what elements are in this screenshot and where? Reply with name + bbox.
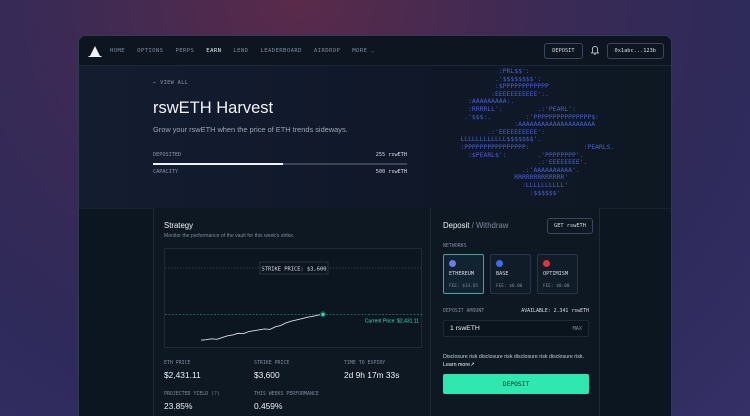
deposit-button[interactable]: DEPOSIT <box>443 374 589 394</box>
max-button[interactable]: MAX <box>573 326 582 332</box>
nav-perps[interactable]: PERPS <box>175 48 194 54</box>
capacity-row: CAPACITY 500 rswETH <box>153 169 407 175</box>
deposited-value: 255 rswETH <box>375 152 407 158</box>
deposit-withdraw-tabs: Deposit / Withdraw <box>443 221 508 230</box>
current-price-point <box>321 312 325 316</box>
wallet-button[interactable]: 0x1abc...123b <box>606 42 664 59</box>
strategy-panel: Strategy Monitor the performance of the … <box>153 208 431 416</box>
metric-value-weekly-performance: 0.459% <box>254 401 283 411</box>
logo-icon[interactable] <box>88 45 102 57</box>
capacity-label: CAPACITY <box>153 169 178 175</box>
chart-svg: STRIKE PRICE: $3,600 Current Price: $2,43… <box>165 261 423 341</box>
page-title: rswETH Harvest <box>153 99 274 117</box>
metric-label-weekly-performance: THIS WEEKS PERFORMANCE <box>254 391 319 397</box>
current-price-label: Current Price: $2,431.11 <box>365 318 419 324</box>
risk-disclosure: Disclosure risk disclosure risk disclosu… <box>443 354 591 369</box>
available-balance: AVAILABLE: 2.341 rswETH <box>521 308 589 314</box>
deposited-row: DEPOSITED 255 rswETH <box>153 152 407 158</box>
network-fee: FEE: $0.00 <box>543 284 570 289</box>
price-series-line <box>200 313 324 341</box>
nav-more[interactable]: MORE ⌄ <box>352 48 374 54</box>
nav-lend[interactable]: LEND <box>233 48 248 54</box>
network-name: OPTIMISM <box>543 271 568 277</box>
deposit-amount-input[interactable]: 1 rswETH MAX <box>443 320 589 337</box>
ascii-art-logo: :PRL$$': .'$$$$$$$$': :$PPPPPPPPPPPP :EE… <box>460 67 615 197</box>
metric-value-strike-price: $3,600 <box>254 370 280 380</box>
capacity-value: 500 rswETH <box>375 169 407 175</box>
top-nav: HOME OPTIONS PERPS EARN LEND LEADERBOARD… <box>79 36 671 66</box>
network-fee: FEE: $0.00 <box>496 284 523 289</box>
deposit-amount-value[interactable]: 1 rswETH <box>450 325 480 332</box>
network-name: ETHEREUM <box>449 271 474 277</box>
nav-leaderboard[interactable]: LEADERBOARD <box>260 48 301 54</box>
arrow-left-icon: ← <box>153 80 157 86</box>
nav-right: DEPOSIT 0x1abc...123b <box>544 42 664 59</box>
network-card-base[interactable]: BASE FEE: $0.00 <box>490 254 531 294</box>
metric-value-time-to-expiry: 2d 9h 17m 33s <box>344 370 400 380</box>
strategy-subtitle: Monitor the performance of the vault for… <box>164 233 295 239</box>
network-card-ethereum[interactable]: ETHEREUM FEE: $14.65 <box>443 254 484 294</box>
optimism-icon <box>543 260 550 267</box>
back-label: VIEW ALL <box>160 80 189 86</box>
app-window: HOME OPTIONS PERPS EARN LEND LEADERBOARD… <box>78 35 672 416</box>
get-rsweth-button[interactable]: GET rswETH <box>547 218 593 234</box>
page-subtitle: Grow your rswETH when the price of ETH t… <box>153 125 348 134</box>
strategy-chart: STRIKE PRICE: $3,600 Current Price: $2,43… <box>164 248 423 348</box>
ethereum-icon <box>449 260 456 267</box>
learn-more-link[interactable]: Learn more↗ <box>443 362 475 368</box>
deposited-label: DEPOSITED <box>153 152 182 158</box>
nav-airdrop[interactable]: AIRDROP <box>314 48 340 54</box>
deposit-progress-fill <box>153 163 283 165</box>
disclosure-text: Disclosure risk disclosure risk disclosu… <box>443 354 584 360</box>
tab-withdraw[interactable]: Withdraw <box>476 221 509 230</box>
nav-earn[interactable]: EARN <box>206 48 221 54</box>
chevron-down-icon: ⌄ <box>371 47 375 54</box>
metric-label-strike-price: STRIKE PRICE <box>254 360 290 366</box>
metric-value-projected-yield: 23.85% <box>164 401 193 411</box>
metric-label-time-to-expiry: TIME TO EXPIRY <box>344 360 386 366</box>
deposit-amount-label: DEPOSIT AMOUNT <box>443 308 485 314</box>
bell-icon[interactable] <box>590 46 600 56</box>
nav-more-label: MORE <box>352 47 368 54</box>
tab-deposit[interactable]: Deposit <box>443 221 469 230</box>
network-name: BASE <box>496 271 509 277</box>
network-card-optimism[interactable]: OPTIMISM FEE: $0.00 <box>537 254 578 294</box>
networks-label: NETWORKS <box>443 243 467 249</box>
strike-price-label: STRIKE PRICE: $3,600 <box>262 267 327 273</box>
metric-value-eth-price: $2,431.11 <box>164 370 201 380</box>
nav-deposit-button[interactable]: DEPOSIT <box>544 42 583 59</box>
strategy-title: Strategy <box>164 221 194 230</box>
back-link[interactable]: ← VIEW ALL <box>153 80 188 86</box>
metric-label-eth-price: ETH PRICE <box>164 360 191 366</box>
deposit-progress-bar <box>153 163 407 165</box>
network-fee: FEE: $14.65 <box>449 284 479 289</box>
nav-home[interactable]: HOME <box>110 48 125 54</box>
metric-label-projected-yield[interactable]: PROJECTED YIELD (?) <box>164 391 220 397</box>
base-icon <box>496 260 503 267</box>
nav-options[interactable]: OPTIONS <box>137 48 163 54</box>
deposit-amount-row: DEPOSIT AMOUNT AVAILABLE: 2.341 rswETH <box>443 308 589 314</box>
deposit-panel: Deposit / Withdraw GET rswETH NETWORKS E… <box>432 208 600 416</box>
